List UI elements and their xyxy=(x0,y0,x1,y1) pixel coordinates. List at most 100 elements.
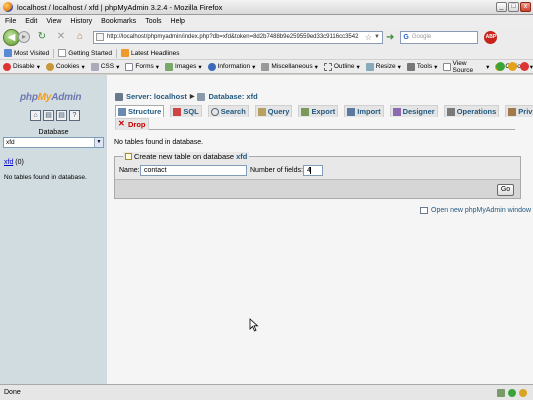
tab-row: Structure SQL Search Query Export Import… xyxy=(115,105,533,117)
phpmyadmin-logo[interactable]: phpMyAdmin xyxy=(20,92,82,103)
check-icon[interactable] xyxy=(496,62,505,71)
firebug-icon[interactable] xyxy=(519,389,527,397)
error-icon[interactable] xyxy=(520,62,529,71)
tab-label: Search xyxy=(220,107,246,116)
bookmark-getting-started[interactable]: Getting Started xyxy=(58,49,112,57)
table-name-input[interactable]: contact xyxy=(140,165,247,176)
wd-css[interactable]: CSS ▾ xyxy=(90,62,119,71)
tab-label: SQL xyxy=(183,107,199,116)
menu-help[interactable]: Help xyxy=(171,18,185,25)
menu-file[interactable]: File xyxy=(5,18,16,25)
status-text: Done xyxy=(4,389,21,396)
tab-designer[interactable]: Designer xyxy=(389,105,438,117)
bookmark-label: Latest Headlines xyxy=(131,49,180,57)
wd-label: Tools xyxy=(416,63,433,70)
bookmarks-toolbar: Most Visited Getting Started Latest Head… xyxy=(0,47,533,60)
left-no-tables-message: No tables found in database. xyxy=(4,174,87,181)
go-arrow-icon[interactable]: ➜ xyxy=(386,32,394,43)
forward-button[interactable]: ▸ xyxy=(18,31,30,43)
wd-view-source[interactable]: View Source ▾ xyxy=(443,60,489,74)
wd-resize[interactable]: Resize ▾ xyxy=(365,62,401,71)
query-window-icon[interactable]: ▤ xyxy=(43,110,54,121)
tab-import[interactable]: Import xyxy=(344,105,384,117)
url-text[interactable]: http://localhost/phpmyadmin/index.php?db… xyxy=(107,34,358,40)
wd-label: Forms xyxy=(135,63,154,70)
wd-forms[interactable]: Forms ▾ xyxy=(125,62,159,71)
tab-label: Export xyxy=(311,107,336,116)
search-icon xyxy=(210,107,219,116)
bookmark-most-visited[interactable]: Most Visited xyxy=(4,49,49,57)
wd-label: Information xyxy=(217,63,251,70)
menu-edit[interactable]: Edit xyxy=(25,18,37,25)
breadcrumb-database[interactable]: Database: xfd xyxy=(208,92,257,101)
tab-drop[interactable]: ✕ Drop xyxy=(115,117,149,130)
wd-information[interactable]: Information ▾ xyxy=(207,62,255,71)
separator xyxy=(116,48,118,58)
wd-disable[interactable]: Disable ▾ xyxy=(3,62,40,71)
wd-label: Outline xyxy=(333,63,355,70)
maximize-button[interactable]: □ xyxy=(508,2,519,12)
tab-operations[interactable]: Operations xyxy=(443,105,500,117)
home-icon[interactable]: ⌂ xyxy=(30,110,41,121)
css-icon xyxy=(90,62,99,71)
mouse-cursor-icon xyxy=(249,318,259,332)
legend-text: Create new table on database xyxy=(134,152,235,161)
reload-icon[interactable]: ↻ xyxy=(35,30,49,44)
addon-icon[interactable] xyxy=(497,389,505,397)
minimize-button[interactable]: _ xyxy=(496,2,507,12)
page-icon xyxy=(58,49,67,57)
search-box[interactable]: G Google xyxy=(400,30,479,44)
window-titlebar: localhost / localhost / xfd | phpMyAdmin… xyxy=(0,0,533,15)
tab-structure[interactable]: Structure xyxy=(115,105,165,117)
wd-images[interactable]: Images ▾ xyxy=(165,62,202,71)
stop-icon[interactable]: ✕ xyxy=(54,30,68,44)
menu-view[interactable]: View xyxy=(46,18,61,25)
status-bar: Done xyxy=(0,384,533,400)
home-icon[interactable]: ⌂ xyxy=(73,30,87,44)
adblock-icon[interactable]: ABP xyxy=(484,30,498,44)
chevron-down-icon[interactable]: ▼ xyxy=(94,138,103,147)
go-button[interactable]: Go xyxy=(497,184,514,196)
open-new-window-label[interactable]: Open new phpMyAdmin window xyxy=(431,207,531,214)
wd-label: Miscellaneous xyxy=(271,63,313,70)
bookmark-label: Getting Started xyxy=(68,49,113,57)
sql-icon[interactable]: ▤ xyxy=(56,110,67,121)
database-link-name[interactable]: xfd xyxy=(4,159,13,166)
url-bar[interactable]: http://localhost/phpmyadmin/index.php?db… xyxy=(93,30,383,44)
table-name-label: Name: xyxy=(119,167,140,174)
tab-sql[interactable]: SQL xyxy=(170,105,202,117)
number-of-fields-input[interactable]: 4 xyxy=(303,165,323,176)
outline-icon xyxy=(323,62,332,71)
tab-label: Structure xyxy=(128,107,162,116)
bookmark-star-icon[interactable]: ☆ xyxy=(365,32,372,43)
menu-bookmarks[interactable]: Bookmarks xyxy=(101,18,136,25)
tab-query[interactable]: Query xyxy=(254,105,293,117)
bookmark-latest-headlines[interactable]: Latest Headlines xyxy=(121,49,179,57)
warning-icon[interactable] xyxy=(508,62,517,71)
wd-cookies[interactable]: Cookies ▾ xyxy=(45,62,85,71)
wd-outline[interactable]: Outline ▾ xyxy=(323,62,360,71)
breadcrumb-server[interactable]: Server: localhost xyxy=(126,92,187,101)
window-title: localhost / localhost / xfd | phpMyAdmin… xyxy=(17,2,223,12)
database-link[interactable]: xfd (0) xyxy=(4,159,24,166)
images-icon xyxy=(165,62,174,71)
tab-privileges[interactable]: Privileges xyxy=(505,105,533,117)
close-button[interactable]: x xyxy=(520,2,531,12)
wd-label: Resize xyxy=(375,63,396,70)
database-select[interactable]: xfd ▼ xyxy=(3,137,104,148)
database-table-count: (0) xyxy=(15,159,24,166)
wd-miscellaneous[interactable]: Miscellaneous ▾ xyxy=(261,62,318,71)
search-placeholder[interactable]: Google xyxy=(412,34,431,40)
open-new-window-link[interactable]: Open new phpMyAdmin window xyxy=(420,207,531,214)
url-dropdown-icon[interactable]: ▼ xyxy=(374,32,380,43)
tab-label: Drop xyxy=(128,119,146,129)
tab-search[interactable]: Search xyxy=(207,105,249,117)
tab-label: Designer xyxy=(402,107,435,116)
check-icon[interactable] xyxy=(508,389,516,397)
documentation-icon[interactable]: ? xyxy=(69,110,80,121)
wd-tools[interactable]: Tools ▾ xyxy=(406,62,437,71)
tab-export[interactable]: Export xyxy=(298,105,339,117)
separator xyxy=(53,48,55,58)
menu-tools[interactable]: Tools xyxy=(145,18,161,25)
menu-history[interactable]: History xyxy=(70,18,92,25)
